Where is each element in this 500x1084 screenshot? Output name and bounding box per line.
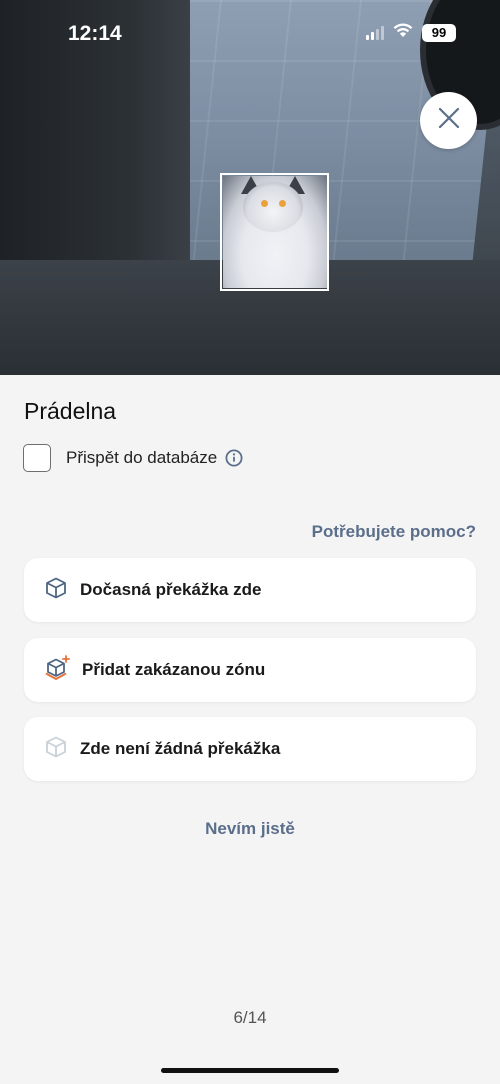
option-label: Přidat zakázanou zónu [82, 660, 266, 679]
contribute-label: Přispět do databáze [66, 448, 218, 467]
page-counter: 6/14 [233, 1008, 267, 1027]
camera-preview [0, 0, 500, 375]
help-link[interactable]: Potřebujete pomoc? [312, 522, 476, 542]
option-temporary-obstacle[interactable]: Dočasná překážka zde [24, 558, 476, 622]
option-add-forbidden-zone[interactable]: Přidat zakázanou zónu [24, 638, 476, 702]
contribute-checkbox[interactable] [23, 444, 51, 472]
info-icon[interactable] [225, 449, 243, 467]
status-time: 12:14 [68, 22, 122, 45]
option-label: Zde není žádná překážka [80, 739, 281, 758]
cube-plus-icon [44, 654, 70, 686]
cube-faded-icon [44, 735, 68, 764]
unsure-button[interactable]: Nevím jistě [0, 819, 500, 839]
close-icon [438, 107, 460, 134]
wifi-icon [392, 22, 414, 43]
room-title: Prádelna [24, 398, 117, 424]
status-icons: 99 [366, 22, 456, 43]
home-indicator [161, 1068, 339, 1073]
option-no-obstacle[interactable]: Zde není žádná překážka [24, 717, 476, 781]
battery-indicator: 99 [422, 23, 456, 42]
option-label: Dočasná překážka zde [80, 580, 262, 599]
detection-box [220, 173, 329, 291]
close-button[interactable] [420, 92, 477, 149]
cube-icon [44, 576, 68, 605]
contribute-row[interactable]: Přispět do databáze [23, 444, 243, 472]
cellular-signal-icon [366, 25, 384, 40]
